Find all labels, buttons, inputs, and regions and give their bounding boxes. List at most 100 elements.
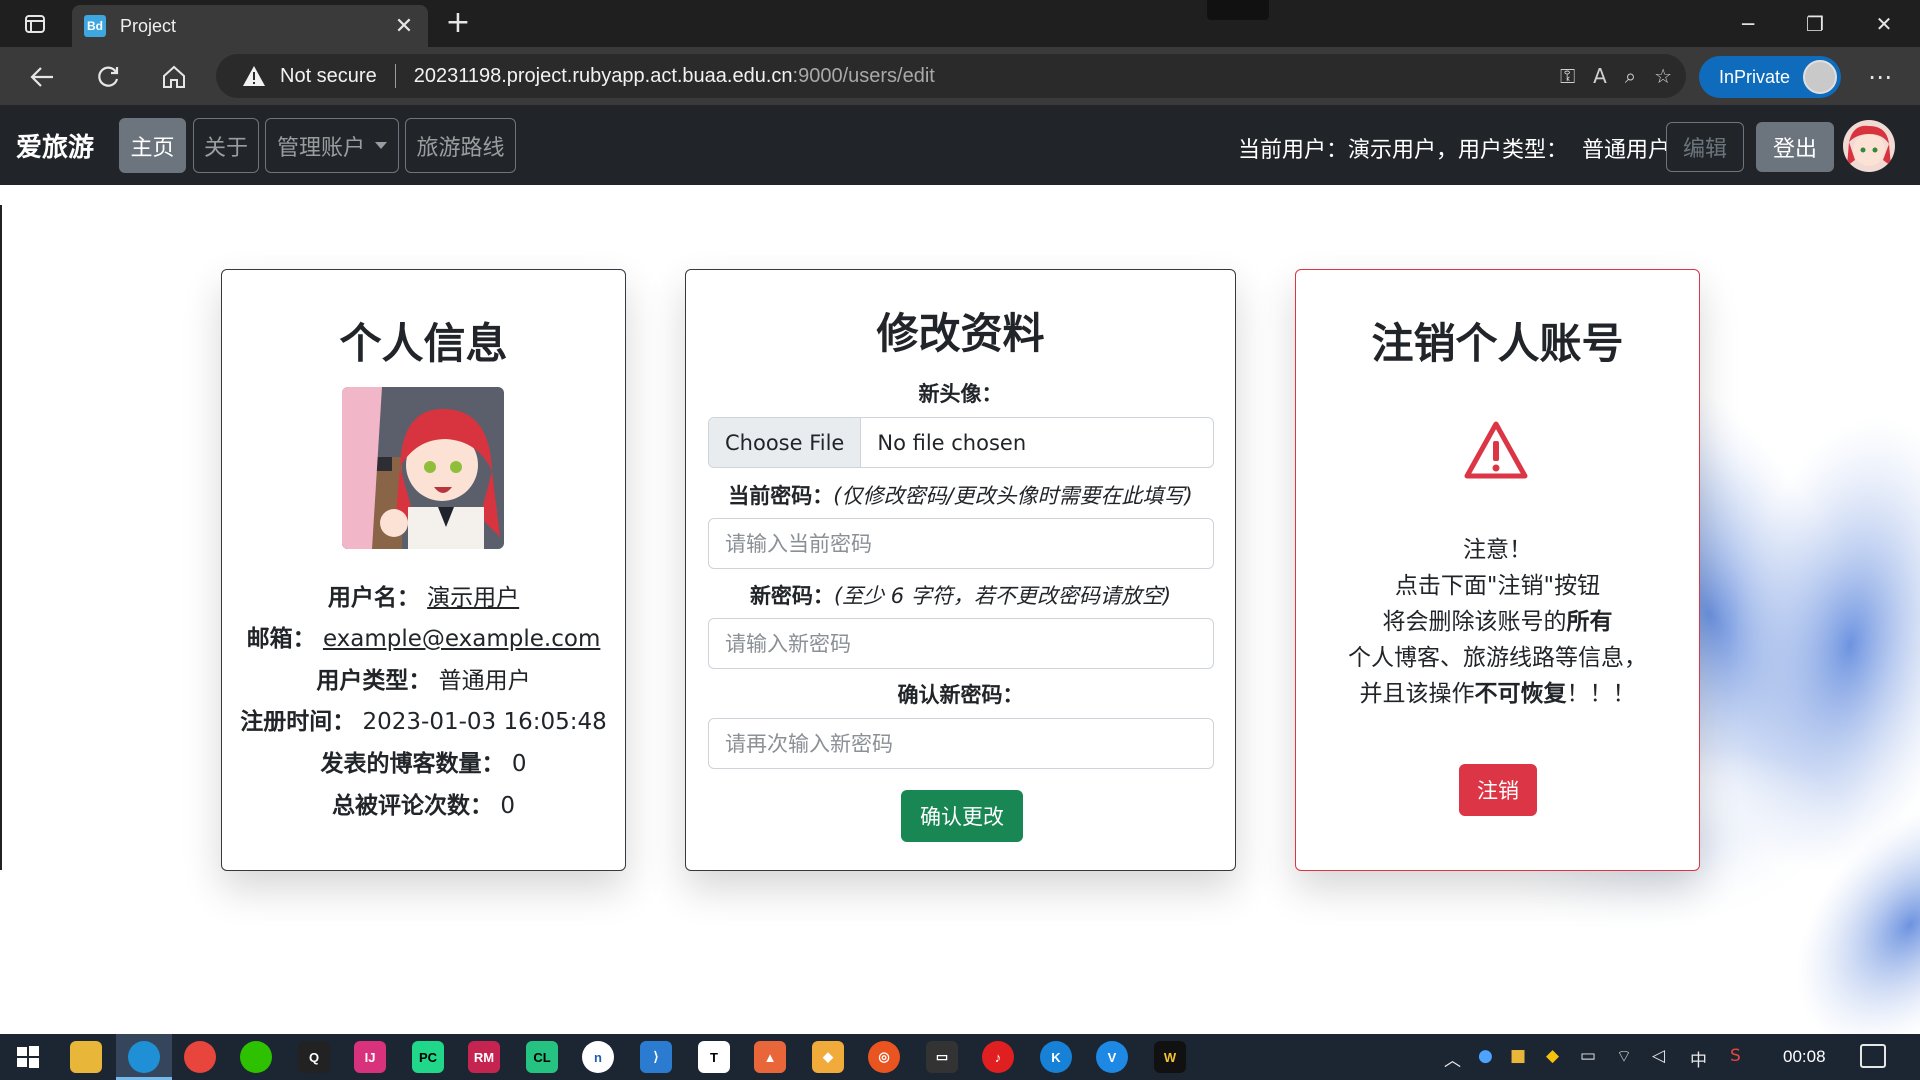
choose-file-button[interactable]: Choose File [709, 418, 862, 467]
netease-music-icon[interactable]: ♪ [982, 1041, 1014, 1073]
tray-app-icon[interactable]: ● [1478, 1046, 1493, 1066]
git-icon[interactable]: ◆ [812, 1041, 844, 1073]
delete-account-card: 注销个人账号 注意！ 点击下面"注销"按钮 将会删除该账号的所有 个人博客、旅游… [1295, 269, 1700, 871]
profile-avatar-icon [1803, 60, 1837, 94]
show-hidden-icons[interactable]: ︿ [1444, 1046, 1461, 1071]
refresh-icon[interactable] [88, 57, 128, 97]
left-divider [0, 205, 2, 870]
nav-about[interactable]: 关于 [193, 118, 259, 173]
delete-card-title: 注销个人账号 [1371, 319, 1624, 368]
ime-indicator[interactable]: 中 [1690, 1046, 1707, 1071]
new-password-input[interactable] [708, 618, 1214, 669]
back-icon[interactable] [22, 57, 62, 97]
matlab-icon[interactable]: ▲ [754, 1041, 786, 1073]
posts-label: 发表的博客数量： [320, 751, 505, 777]
close-window-icon[interactable]: ✕ [1852, 0, 1916, 47]
confirm-password-label: 确认新密码： [897, 683, 1024, 707]
clock[interactable]: 00:08 [1783, 1047, 1826, 1067]
volume-icon[interactable]: ◁ [1652, 1046, 1665, 1066]
kugou-icon[interactable]: K [1040, 1041, 1072, 1073]
file-explorer-icon[interactable] [70, 1041, 102, 1073]
new-tab-icon[interactable]: + [442, 8, 474, 40]
battery-icon[interactable]: ▭ [1580, 1046, 1596, 1066]
vscode-icon[interactable]: ⟩ [640, 1041, 672, 1073]
chrome-icon[interactable] [184, 1041, 216, 1073]
sogou-icon[interactable]: S [1730, 1046, 1741, 1066]
current-user-info: 当前用户：演示用户，用户类型： 普通用户 [1238, 132, 1670, 164]
username-label: 用户名： [327, 585, 420, 611]
url-host: 20231198.project.rubyapp.act.buaa.edu.cn [413, 64, 793, 87]
wps-icon[interactable]: W [1154, 1041, 1186, 1073]
ubuntu-icon[interactable]: ◎ [868, 1041, 900, 1073]
warning-triangle-icon [1464, 421, 1528, 479]
not-secure-label[interactable]: Not secure [280, 65, 377, 88]
edge-icon[interactable] [128, 1041, 160, 1073]
wifi-icon[interactable]: ⌔ [1616, 1046, 1632, 1067]
qq-icon[interactable]: Q [298, 1041, 330, 1073]
site-navbar: 爱旅游 主页 关于 管理账户 旅游路线 当前用户：演示用户，用户类型： 普通用户 … [0, 105, 1920, 185]
avatar-label: 新头像： [918, 382, 1003, 406]
inprivate-label: InPrivate [1719, 66, 1791, 87]
minimize-icon[interactable]: ─ [1716, 0, 1780, 47]
confirm-password-input[interactable] [708, 718, 1214, 769]
tray-security-icon[interactable]: ◆ [1546, 1046, 1559, 1066]
user-type-value: 普通用户 [438, 668, 531, 694]
user-avatar[interactable] [1843, 120, 1895, 172]
current-user-type: 普通用户 [1582, 138, 1671, 163]
email-value: example@example.com [322, 626, 601, 652]
browser-tab-bar: Bd Project ✕ + ─ ❐ ✕ [0, 0, 1920, 47]
user-type-row: 用户类型： 普通用户 [222, 661, 625, 695]
email-row: 邮箱： example@example.com [222, 619, 625, 653]
posts-value: 0 [511, 751, 527, 777]
read-aloud-icon[interactable]: A [1593, 64, 1607, 88]
tab-title: Project [120, 15, 177, 36]
browser-tab[interactable]: Bd Project ✕ [72, 5, 428, 47]
nav-manage-label: 管理账户 [276, 135, 365, 161]
rubymine-icon[interactable]: RM [468, 1041, 500, 1073]
app-icon[interactable]: n [582, 1041, 614, 1073]
edit-profile-card: 修改资料 新头像： Choose File No file chosen 当前密… [685, 269, 1236, 871]
zoom-icon[interactable]: ⌕ [1625, 64, 1636, 88]
more-options-icon[interactable]: ⋯ [1862, 57, 1898, 97]
warning-icon [243, 66, 265, 86]
pycharm-icon[interactable]: PC [412, 1041, 444, 1073]
url-bar[interactable]: Not secure 20231198.project.rubyapp.act.… [216, 54, 1686, 98]
window-indicator [1207, 0, 1269, 20]
key-icon[interactable]: ⚿ [1560, 64, 1575, 88]
posts-row: 发表的博客数量： 0 [222, 744, 625, 778]
wechat-icon[interactable] [240, 1041, 272, 1073]
edit-card-title: 修改资料 [876, 309, 1045, 358]
start-icon[interactable] [12, 1041, 44, 1073]
current-password-hint: (仅修改密码/更改头像时需要在此填写) [833, 484, 1193, 508]
nav-manage-account[interactable]: 管理账户 [265, 118, 399, 173]
email-label: 邮箱： [246, 626, 316, 652]
app2-icon[interactable]: V [1096, 1041, 1128, 1073]
username-value: 演示用户 [427, 585, 520, 611]
restore-icon[interactable]: ❐ [1783, 0, 1847, 47]
edit-button[interactable]: 编辑 [1666, 122, 1744, 172]
url-path: :9000/users/edit [792, 64, 935, 87]
delete-account-button[interactable]: 注销 [1459, 764, 1537, 816]
tab-actions-icon[interactable] [14, 10, 56, 38]
intellij-icon[interactable]: IJ [354, 1041, 386, 1073]
notification-icon[interactable] [1860, 1044, 1886, 1068]
inprivate-button[interactable]: InPrivate [1699, 56, 1841, 98]
favorite-icon[interactable]: ☆ [1654, 64, 1672, 88]
user-type-label: 用户类型： [316, 668, 432, 694]
avatar-file-input[interactable]: Choose File No file chosen [708, 417, 1214, 468]
clion-icon[interactable]: CL [526, 1041, 558, 1073]
typora-icon[interactable]: T [698, 1041, 730, 1073]
profile-card-title: 个人信息 [339, 319, 508, 368]
delete-warning-text: 注意！ 点击下面"注销"按钮 将会删除该账号的所有 个人博客、旅游线路等信息， … [1348, 537, 1647, 707]
terminal-icon[interactable]: ▭ [926, 1041, 958, 1073]
logout-button[interactable]: 登出 [1756, 122, 1834, 172]
close-tab-icon[interactable]: ✕ [392, 14, 416, 39]
current-password-input[interactable] [708, 518, 1214, 569]
comments-value: 0 [500, 793, 515, 819]
nav-home[interactable]: 主页 [119, 118, 186, 173]
brand-logo[interactable]: 爱旅游 [16, 127, 94, 164]
home-icon[interactable] [154, 57, 194, 97]
tray-folder-icon[interactable]: ■ [1510, 1046, 1526, 1066]
confirm-changes-button[interactable]: 确认更改 [901, 790, 1023, 842]
nav-routes[interactable]: 旅游路线 [405, 118, 516, 173]
